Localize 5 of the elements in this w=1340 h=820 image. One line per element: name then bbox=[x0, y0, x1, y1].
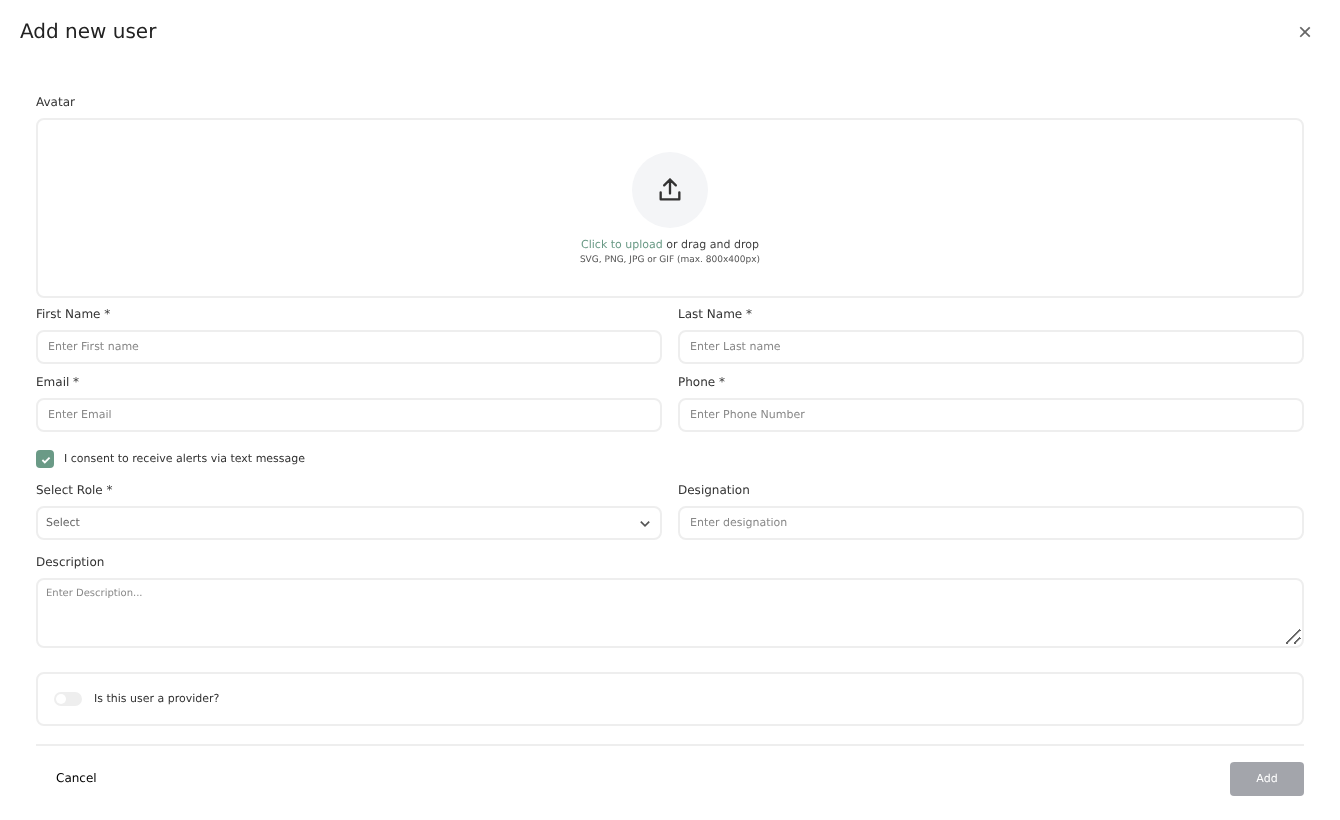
chevron-down-icon bbox=[638, 516, 652, 530]
upload-icon bbox=[632, 151, 708, 227]
dialog-title: Add new user bbox=[20, 21, 157, 43]
consent-checkbox[interactable] bbox=[36, 450, 54, 468]
close-button[interactable]: × bbox=[1297, 18, 1312, 46]
